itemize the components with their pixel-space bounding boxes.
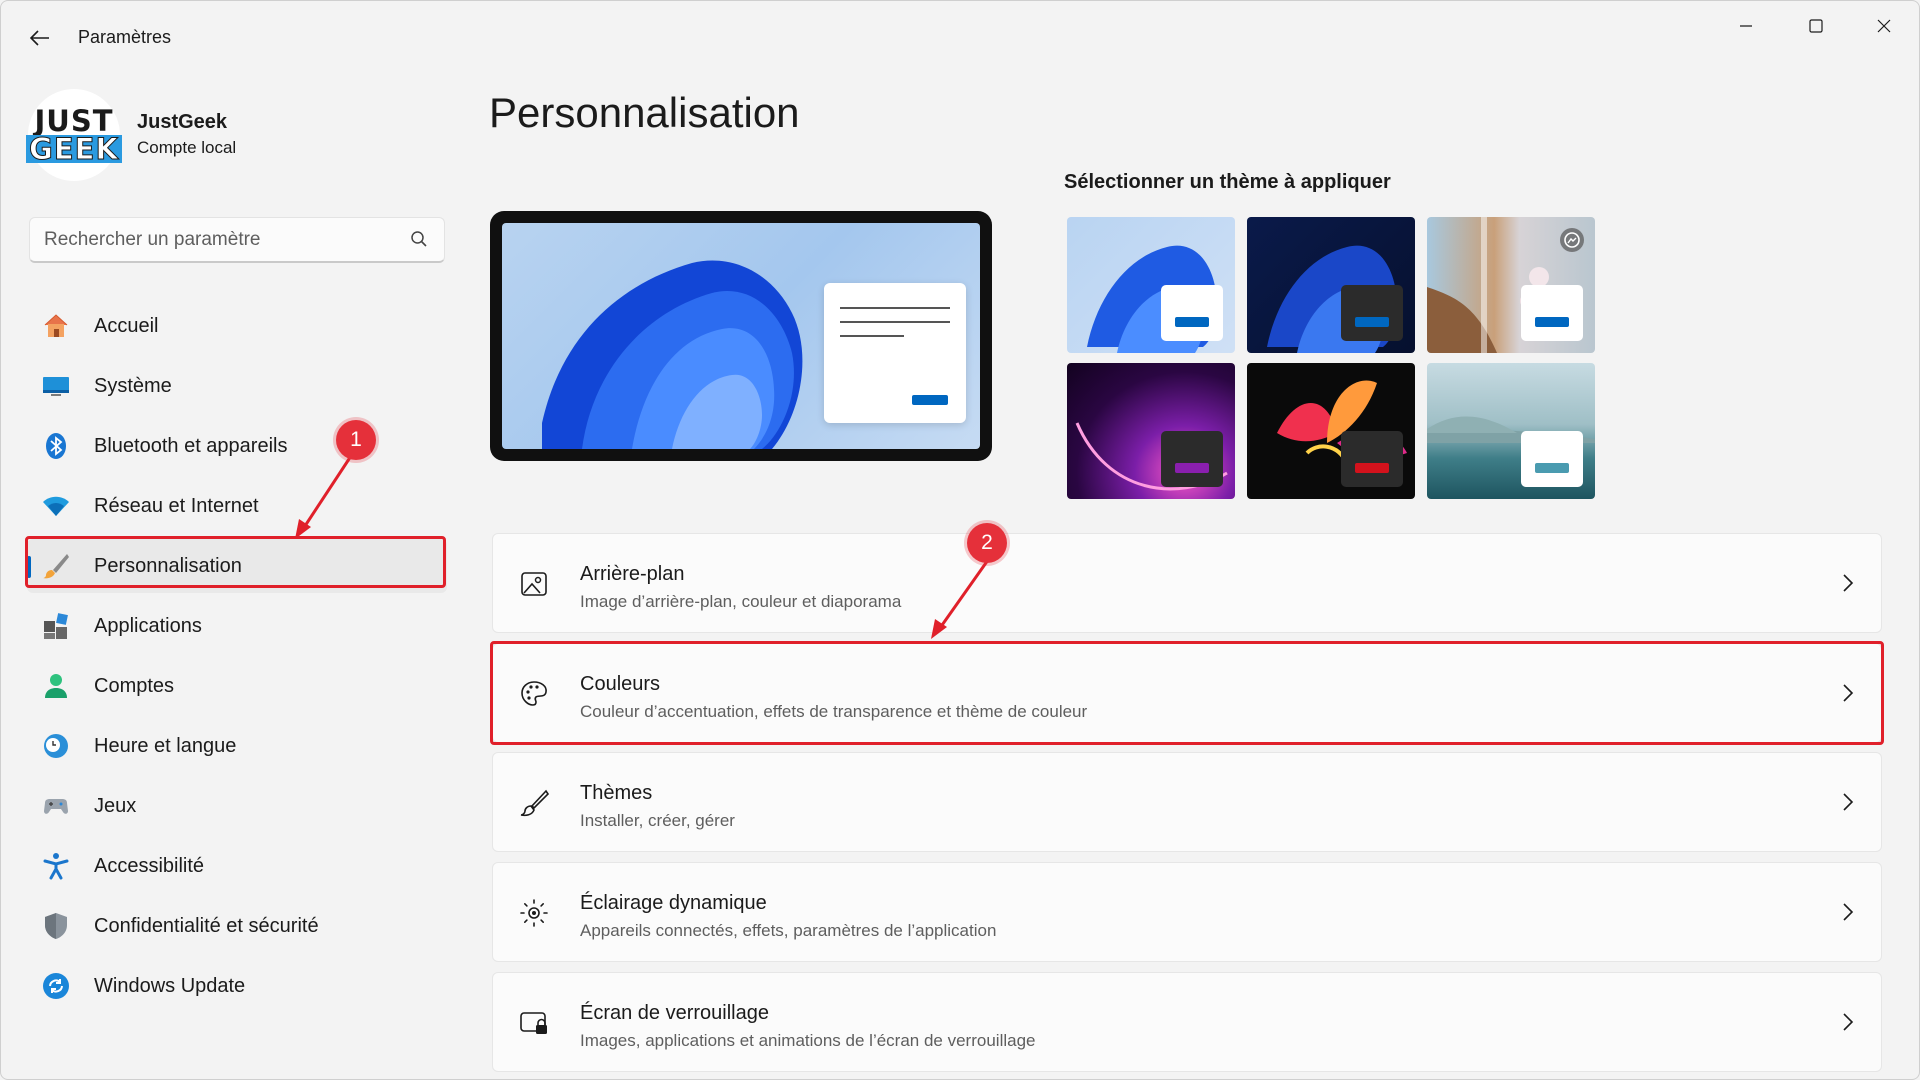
back-button[interactable] [23,23,57,53]
user-icon [41,671,71,701]
card-subtitle: Image d’arrière-plan, couleur et diapora… [580,592,902,611]
update-icon [41,971,71,1001]
avatar[interactable]: JUST GEEK [26,89,122,181]
app-title: Paramètres [78,27,172,47]
sidebar-item-label: Bluetooth et appareils [94,434,288,457]
title-bar: Paramètres [1,1,1919,75]
account-type: Compte local [137,138,237,157]
theme-accent-bar [1535,317,1569,327]
themes-heading: Sélectionner un thème à appliquer [1064,171,1391,193]
sidebar-item-label: Heure et langue [94,734,237,757]
apps-icon [41,611,71,641]
sidebar-item-label: Confidentialité et sécurité [94,914,319,937]
sidebar-item-label: Applications [94,614,202,637]
back-arrow-icon [30,30,49,46]
image-icon [519,569,549,599]
bluetooth-icon [41,431,71,461]
spotlight-badge-icon [1560,228,1584,252]
theme-thumbnail-flow[interactable] [1427,363,1595,499]
sidebar-item-confidentialite[interactable]: Confidentialité et sécurité [27,899,447,953]
logo-text-geek: GEEK [26,134,122,164]
theme-preview [490,211,992,461]
search-box [29,217,445,263]
sidebar-item-reseau[interactable]: Réseau et Internet [27,479,447,533]
annotation-badge-2: 2 [967,523,1007,563]
card-title: Arrière-plan [580,563,685,585]
highlight-box-couleurs [490,641,1884,745]
sidebar-nav: Accueil Système Bluetooth et appareils R… [27,299,447,1019]
theme-accent-bar [1355,463,1389,473]
search-icon[interactable] [410,230,428,248]
page-title: Personnalisation [489,89,800,136]
sidebar-item-applications[interactable]: Applications [27,599,447,653]
close-button[interactable] [1859,11,1909,41]
maximize-icon [1809,19,1823,33]
card-arriere-plan[interactable]: Arrière-plan Image d’arrière-plan, coule… [492,533,1882,633]
sidebar-item-jeux[interactable]: Jeux [27,779,447,833]
sidebar-item-bluetooth[interactable]: Bluetooth et appareils [27,419,447,473]
maximize-button[interactable] [1791,11,1841,41]
sidebar-item-heure-langue[interactable]: Heure et langue [27,719,447,773]
sidebar-item-label: Système [94,374,172,397]
annotation-badge-1: 1 [336,420,376,460]
wifi-icon [41,491,71,521]
card-subtitle: Installer, créer, gérer [580,811,735,830]
search-input[interactable] [44,218,404,262]
theme-accent-bar [1535,463,1569,473]
theme-accent-bar [1175,317,1209,327]
lock-screen-icon [519,1008,549,1038]
card-subtitle: Images, applications et animations de l’… [580,1031,1036,1050]
settings-window: Paramètres JUST GEEK JustGeek Compte loc… [0,0,1920,1080]
accessibility-icon [41,851,71,881]
sidebar-item-label: Accessibilité [94,854,205,877]
annotation-arrow-1 [295,455,353,539]
preview-accent-button [912,395,948,405]
home-icon [41,311,71,341]
minimize-button[interactable] [1721,11,1771,41]
highlight-box-personnalisation [25,536,446,588]
shield-icon [41,911,71,941]
theme-accent-bar [1355,317,1389,327]
sidebar-item-windows-update[interactable]: Windows Update [27,959,447,1013]
theme-thumbnail-glow[interactable] [1067,363,1235,499]
sidebar-item-accessibilite[interactable]: Accessibilité [27,839,447,893]
user-name: JustGeek [137,111,228,133]
theme-accent-bar [1175,463,1209,473]
card-title: Éclairage dynamique [580,892,767,914]
card-title: Thèmes [580,782,653,804]
sidebar-item-systeme[interactable]: Système [27,359,447,413]
chevron-right-icon [1843,793,1854,811]
theme-thumbnail-dark[interactable] [1247,217,1415,353]
card-title: Écran de verrouillage [580,1002,769,1024]
card-themes[interactable]: Thèmes Installer, créer, gérer [492,752,1882,852]
theme-thumbnail-light[interactable] [1067,217,1235,353]
card-ecran-verrouillage[interactable]: Écran de verrouillage Images, applicatio… [492,972,1882,1072]
card-eclairage-dynamique[interactable]: Éclairage dynamique Appareils connectés,… [492,862,1882,962]
brush-icon [519,788,549,818]
sidebar-item-label: Windows Update [94,974,246,997]
theme-thumbnail-spotlight[interactable] [1427,217,1595,353]
theme-thumbnail-captured-motion[interactable] [1247,363,1415,499]
sidebar-item-label: Réseau et Internet [94,494,259,517]
clock-globe-icon [41,731,71,761]
close-icon [1877,19,1891,33]
chevron-right-icon [1843,1013,1854,1031]
card-subtitle: Appareils connectés, effets, paramètres … [580,921,997,940]
chevron-right-icon [1843,574,1854,592]
preview-window-mockup [824,283,966,423]
sidebar-item-label: Accueil [94,314,159,337]
sidebar-item-accueil[interactable]: Accueil [27,299,447,353]
logo-text-just: JUST [34,104,114,138]
preview-wallpaper [502,223,980,449]
annotation-arrow-2 [931,559,990,639]
sidebar-item-label: Comptes [94,674,175,697]
display-icon [41,371,71,401]
sidebar-item-comptes[interactable]: Comptes [27,659,447,713]
dynamic-lighting-icon [519,898,549,928]
sidebar-item-label: Jeux [94,794,137,817]
minimize-icon [1740,25,1752,27]
gamepad-icon [41,791,71,821]
chevron-right-icon [1843,903,1854,921]
